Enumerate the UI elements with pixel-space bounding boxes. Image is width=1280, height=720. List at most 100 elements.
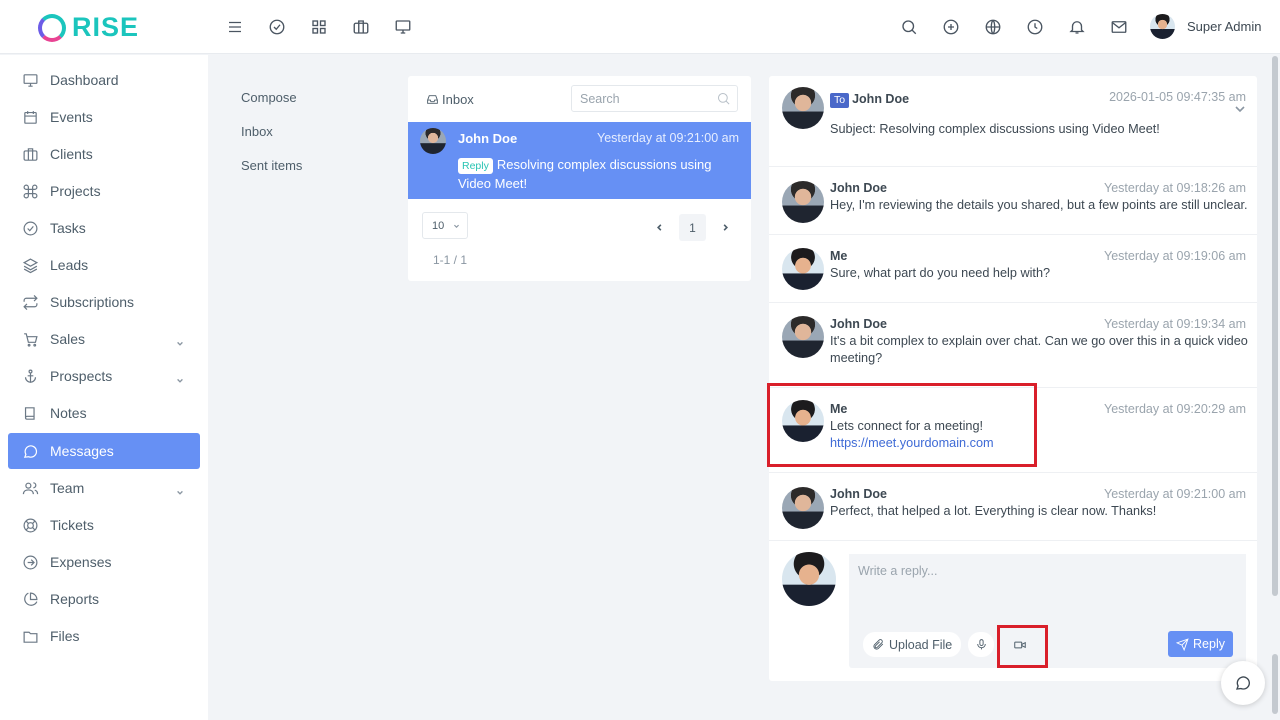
briefcase-icon[interactable] xyxy=(350,16,372,38)
clock-icon[interactable] xyxy=(1024,16,1046,38)
chevron-down-icon xyxy=(176,372,184,383)
message-sender: John Doe xyxy=(830,487,887,501)
bell-icon[interactable] xyxy=(1066,16,1088,38)
sidebar-item-expenses[interactable]: Expenses xyxy=(8,544,200,580)
top-bar: RISE Super Admin xyxy=(0,0,1280,54)
message-circle-icon xyxy=(1235,676,1250,690)
scrollbar[interactable] xyxy=(1272,56,1278,596)
scrollbar-lower[interactable] xyxy=(1272,654,1278,714)
avatar xyxy=(782,316,824,358)
sidebar-item-tickets[interactable]: Tickets xyxy=(8,507,200,543)
chevron-down-icon[interactable] xyxy=(1235,104,1245,114)
sidebar-item-label: Leads xyxy=(50,257,89,273)
inbox-row[interactable]: John Doe Yesterday at 09:21:00 am Reply R… xyxy=(408,122,751,199)
grid-icon[interactable] xyxy=(308,16,330,38)
sidebar-item-leads[interactable]: Leads xyxy=(8,247,200,283)
briefcase-icon xyxy=(23,147,38,161)
page-size-select[interactable]: 10 xyxy=(422,212,468,239)
sidebar-item-projects[interactable]: Projects xyxy=(8,173,200,209)
message-sender: Me xyxy=(830,249,848,263)
row-subject: Reply Resolving complex discussions using… xyxy=(458,155,743,193)
message-text: It's a bit complex to explain over chat.… xyxy=(830,334,1248,365)
search-icon[interactable] xyxy=(898,16,920,38)
message-sender: John Doe xyxy=(830,317,887,331)
avatar xyxy=(782,181,824,223)
logo[interactable]: RISE xyxy=(38,12,139,43)
mic-icon xyxy=(976,639,986,650)
message-time: Yesterday at 09:18:26 am xyxy=(1104,181,1246,195)
sidebar: Dashboard Events Clients Projects Tasks … xyxy=(0,55,208,720)
sidebar-item-team[interactable]: Team xyxy=(8,470,200,506)
upload-file-button[interactable]: Upload File xyxy=(863,632,962,657)
sidebar-item-subscriptions[interactable]: Subscriptions xyxy=(8,284,200,320)
sidebar-item-label: Dashboard xyxy=(50,72,119,88)
sidebar-item-label: Clients xyxy=(50,146,93,162)
sidebar-item-reports[interactable]: Reports xyxy=(8,581,200,617)
plus-circle-icon[interactable] xyxy=(940,16,962,38)
chat-fab-button[interactable] xyxy=(1221,661,1265,705)
chevron-right-icon xyxy=(723,224,728,231)
header-subject: Subject: Resolving complex discussions u… xyxy=(830,122,1160,136)
row-subject-text: Resolving complex discussions using Vide… xyxy=(458,157,712,191)
sidebar-item-label: Team xyxy=(50,480,85,496)
to-badge: To xyxy=(830,93,850,108)
message-circle-icon xyxy=(23,444,38,458)
users-icon xyxy=(22,481,39,494)
reply-send-button[interactable]: Reply xyxy=(1168,631,1233,657)
page-number[interactable]: 1 xyxy=(679,214,706,241)
folder-sent[interactable]: Sent items xyxy=(241,148,302,182)
avatar xyxy=(782,248,824,290)
sidebar-item-tasks[interactable]: Tasks xyxy=(8,210,200,246)
highlight-box-message xyxy=(767,383,1037,467)
sidebar-item-label: Messages xyxy=(50,443,114,459)
sidebar-item-notes[interactable]: Notes xyxy=(8,395,200,431)
arrow-right-circle-icon xyxy=(23,555,38,569)
reply-textarea[interactable]: Write a reply... xyxy=(849,554,1246,622)
header-time: 2026-01-05 09:47:35 am xyxy=(1109,90,1246,104)
upload-label: Upload File xyxy=(889,637,953,652)
cart-icon xyxy=(24,332,38,347)
search-input[interactable]: Search xyxy=(571,85,738,112)
folder-inbox[interactable]: Inbox xyxy=(241,114,302,148)
sidebar-item-messages[interactable]: Messages xyxy=(8,433,200,469)
reply-badge: Reply xyxy=(458,158,493,174)
paperclip-icon xyxy=(873,639,884,650)
sidebar-item-label: Subscriptions xyxy=(50,294,135,310)
message-text: Perfect, that helped a lot. Everything i… xyxy=(830,504,1157,518)
conversation-panel: To John Doe 2026-01-05 09:47:35 am Subjec… xyxy=(769,76,1257,681)
row-time: Yesterday at 09:21:00 am xyxy=(597,131,739,145)
prev-page-button[interactable] xyxy=(646,214,673,241)
sidebar-item-label: Events xyxy=(50,109,93,125)
search-placeholder: Search xyxy=(580,91,620,106)
sidebar-item-label: Reports xyxy=(50,591,100,607)
anchor-icon xyxy=(24,369,37,383)
message-time: Yesterday at 09:20:29 am xyxy=(1104,402,1246,416)
mic-button[interactable] xyxy=(968,632,994,657)
next-page-button[interactable] xyxy=(712,214,739,241)
user-avatar xyxy=(1150,14,1175,39)
user-name: Super Admin xyxy=(1187,19,1262,34)
sidebar-item-clients[interactable]: Clients xyxy=(8,136,200,172)
message-time: Yesterday at 09:21:00 am xyxy=(1104,487,1246,501)
message-item: Me Yesterday at 09:19:06 am Sure, what p… xyxy=(769,235,1257,303)
globe-icon[interactable] xyxy=(982,16,1004,38)
monitor-icon[interactable] xyxy=(392,16,414,38)
chevron-left-icon xyxy=(657,224,662,231)
folder-compose[interactable]: Compose xyxy=(241,80,302,114)
pagination: 1 xyxy=(646,214,739,241)
check-circle-icon[interactable] xyxy=(266,16,288,38)
sidebar-item-events[interactable]: Events xyxy=(8,99,200,135)
mail-icon[interactable] xyxy=(1108,16,1130,38)
user-menu[interactable]: Super Admin xyxy=(1150,14,1261,39)
layers-icon xyxy=(22,257,39,273)
sidebar-item-label: Prospects xyxy=(50,368,113,384)
page-size-value: 10 xyxy=(432,219,445,232)
sidebar-item-label: Tickets xyxy=(50,517,94,533)
sidebar-item-dashboard[interactable]: Dashboard xyxy=(8,62,200,98)
sidebar-item-prospects[interactable]: Prospects xyxy=(8,358,200,394)
sidebar-item-sales[interactable]: Sales xyxy=(8,321,200,357)
sidebar-item-label: Projects xyxy=(50,183,101,199)
sidebar-item-files[interactable]: Files xyxy=(8,618,200,654)
conversation-header: To John Doe 2026-01-05 09:47:35 am Subjec… xyxy=(769,76,1257,167)
menu-icon[interactable] xyxy=(224,16,246,38)
